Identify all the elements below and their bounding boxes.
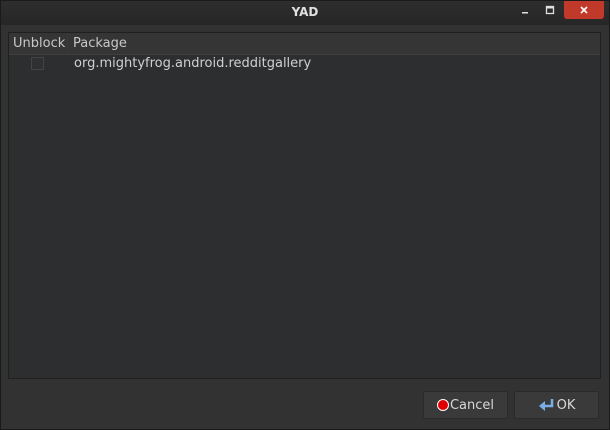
cancel-label: Cancel [449,397,495,413]
column-header-unblock[interactable]: Unblock [13,36,65,51]
ok-label: OK [556,397,576,413]
minimize-icon [522,12,528,14]
stop-icon [436,399,449,411]
close-icon [580,6,588,14]
column-header-package[interactable]: Package [73,36,127,51]
cancel-button[interactable]: Cancel [423,391,508,419]
yad-dialog-window: YAD Unblock Package org.mightyfrog.andro… [0,0,610,430]
title-bar[interactable]: YAD [1,1,609,25]
package-list: Unblock Package org.mightyfrog.android.r… [8,32,601,379]
column-divider[interactable] [67,33,68,54]
unblock-checkbox[interactable] [31,57,44,70]
close-button[interactable] [564,1,604,19]
ok-button[interactable]: OK [514,391,599,419]
table-row[interactable]: org.mightyfrog.android.redditgallery [9,54,600,75]
maximize-icon [545,5,555,15]
maximize-button[interactable] [540,1,560,19]
package-name: org.mightyfrog.android.redditgallery [74,56,312,71]
minimize-button[interactable] [515,1,535,19]
return-arrow-icon [538,398,556,412]
list-header: Unblock Package [9,33,600,55]
